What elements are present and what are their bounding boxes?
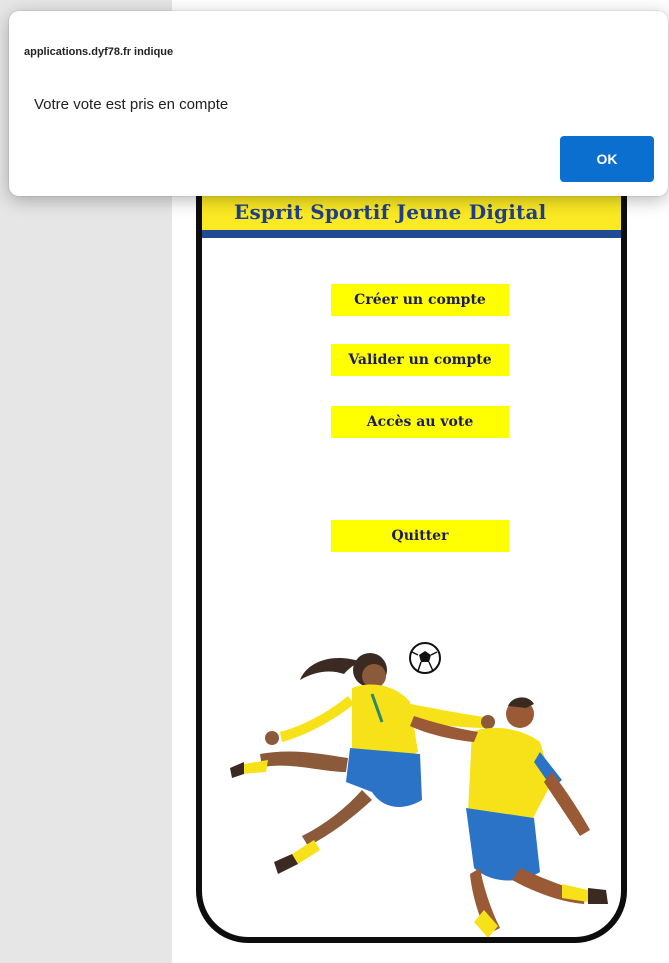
dialog-message: Votre vote est pris en compte bbox=[34, 96, 229, 113]
ok-button[interactable]: OK bbox=[560, 136, 654, 182]
alert-dialog: applications.dyf78.fr indique Votre vote… bbox=[9, 11, 668, 196]
female-player-figure bbox=[230, 653, 495, 874]
soccer-ball-icon bbox=[409, 642, 441, 674]
quit-button[interactable]: Quitter bbox=[331, 520, 509, 552]
dialog-origin-text: applications.dyf78.fr indique bbox=[24, 46, 174, 58]
male-player-figure bbox=[410, 697, 608, 937]
app-title: Esprit Sportif Jeune Digital bbox=[234, 200, 547, 224]
vote-access-button[interactable]: Accès au vote bbox=[331, 406, 509, 438]
validate-account-button[interactable]: Valider un compte bbox=[331, 344, 509, 376]
phone-frame: Esprit Sportif Jeune Digital Créer un co… bbox=[196, 150, 627, 943]
football-players-illustration bbox=[230, 642, 608, 937]
create-account-button[interactable]: Créer un compte bbox=[331, 284, 509, 316]
